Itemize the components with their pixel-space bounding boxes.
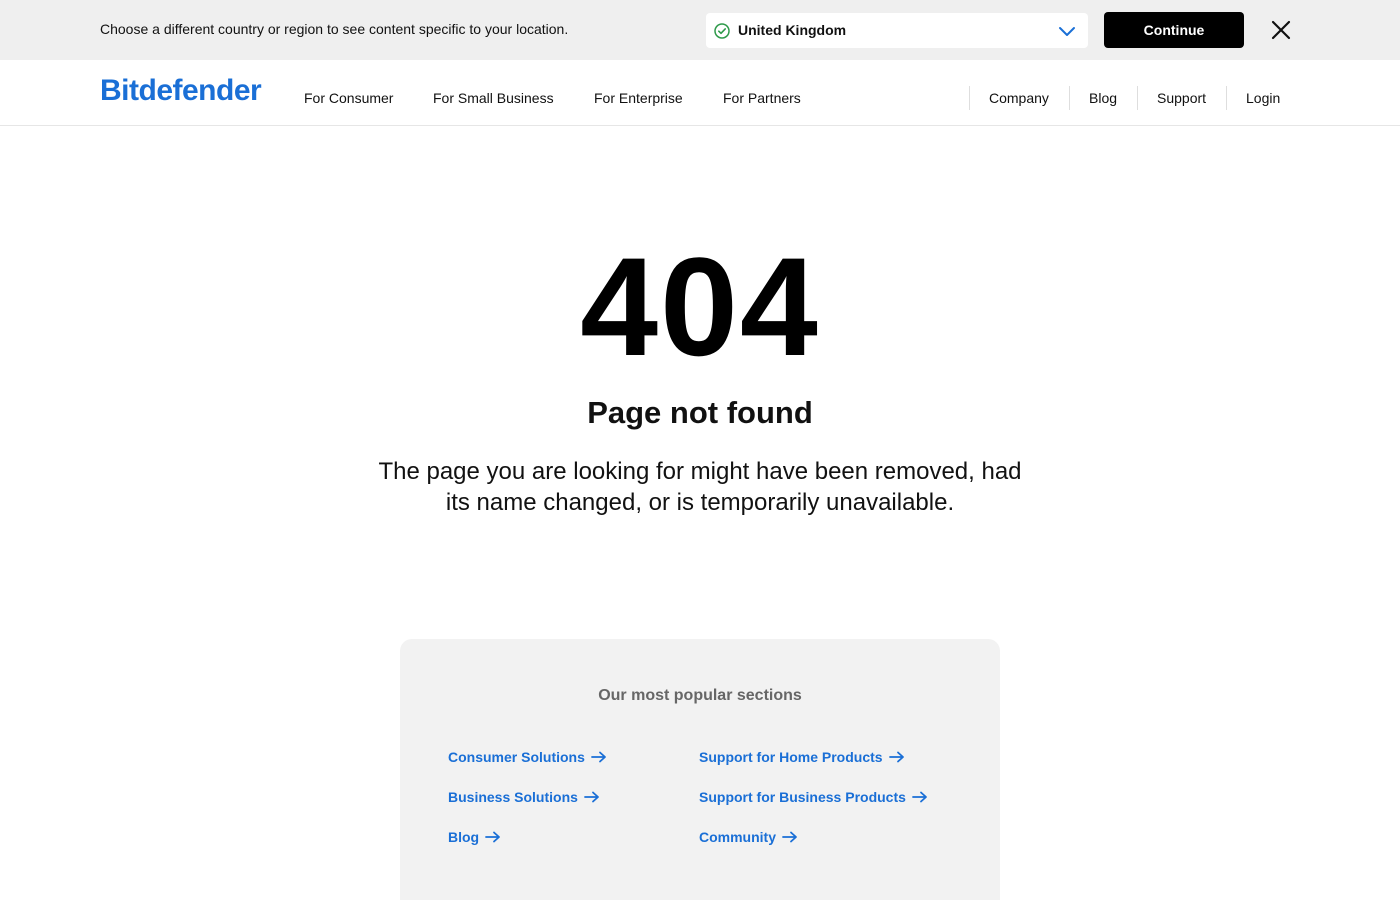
bitdefender-logo[interactable]: Bitdefender xyxy=(100,74,262,108)
error-code: 404 xyxy=(580,228,820,385)
arrow-right-icon xyxy=(485,831,501,843)
error-description: The page you are looking for might have … xyxy=(378,458,1022,516)
nav-divider xyxy=(1069,86,1070,110)
check-circle-icon xyxy=(714,23,730,39)
close-icon[interactable] xyxy=(1270,19,1292,41)
link-label: Community xyxy=(699,829,776,845)
nav-blog[interactable]: Blog xyxy=(1089,90,1117,106)
country-select[interactable]: United Kingdom xyxy=(706,13,1088,48)
link-support-home-products[interactable]: Support for Home Products xyxy=(699,749,905,765)
link-label: Support for Home Products xyxy=(699,749,883,765)
nav-company[interactable]: Company xyxy=(989,90,1049,106)
nav-for-enterprise[interactable]: For Enterprise xyxy=(594,90,683,106)
link-label: Support for Business Products xyxy=(699,789,906,805)
continue-button[interactable]: Continue xyxy=(1104,12,1244,48)
nav-for-consumer[interactable]: For Consumer xyxy=(304,90,393,106)
main-navigation: Bitdefender For Consumer For Small Busin… xyxy=(0,60,1400,126)
nav-for-partners[interactable]: For Partners xyxy=(723,90,801,106)
arrow-right-icon xyxy=(912,791,927,803)
nav-login[interactable]: Login xyxy=(1246,90,1280,106)
nav-divider xyxy=(1137,86,1138,110)
link-label: Blog xyxy=(448,829,480,845)
link-blog[interactable]: Blog xyxy=(448,829,501,845)
page-title: Page not found xyxy=(587,395,813,430)
link-label: Consumer Solutions xyxy=(448,749,585,765)
region-message: Choose a different country or region to … xyxy=(100,21,569,37)
arrow-right-icon xyxy=(888,751,904,763)
link-support-business-products[interactable]: Support for Business Products xyxy=(699,789,928,805)
arrow-right-icon xyxy=(782,831,797,843)
nav-for-small-business[interactable]: For Small Business xyxy=(433,90,554,106)
link-business-solutions[interactable]: Business Solutions xyxy=(448,789,600,805)
nav-divider xyxy=(1226,86,1227,110)
nav-divider xyxy=(969,86,970,110)
popular-sections-title: Our most popular sections xyxy=(598,687,802,704)
chevron-down-icon[interactable] xyxy=(1058,25,1076,37)
link-consumer-solutions[interactable]: Consumer Solutions xyxy=(448,749,607,765)
nav-support[interactable]: Support xyxy=(1157,90,1206,106)
arrow-right-icon xyxy=(591,751,606,763)
arrow-right-icon xyxy=(584,791,599,803)
selected-country: United Kingdom xyxy=(738,22,847,38)
popular-sections-card: Our most popular sections Consumer Solut… xyxy=(400,639,1000,900)
link-label: Business Solutions xyxy=(448,789,578,805)
link-community[interactable]: Community xyxy=(699,829,798,845)
region-banner: Choose a different country or region to … xyxy=(0,0,1400,60)
